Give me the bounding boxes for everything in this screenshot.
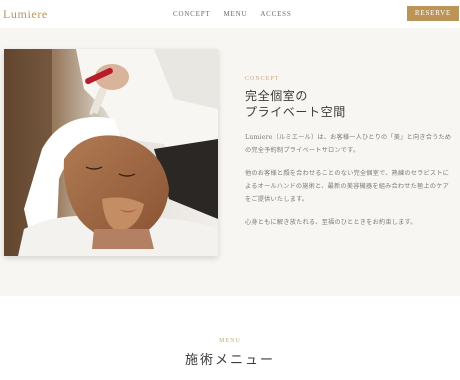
menu-heading: 施術メニュー bbox=[184, 353, 275, 368]
concept-line: をご提供いたします。 bbox=[245, 196, 309, 203]
concept-body: Lumiere（ルミエール）は、お客様一人ひとりの「美」と向き合うため の完全予… bbox=[245, 131, 460, 239]
concept-heading-line-2: プライベート空間 bbox=[245, 105, 346, 119]
concept-heading: 完全個室の プライベート空間 bbox=[245, 88, 346, 120]
reserve-button[interactable]: RESERVE bbox=[407, 6, 459, 21]
concept-eyebrow: CONCEPT bbox=[245, 76, 280, 82]
nav-link-access[interactable]: ACCESS bbox=[260, 10, 291, 18]
logo[interactable]: Lumiere bbox=[3, 7, 48, 22]
concept-line: よるオールハンドの施術と、最新の美容機器を組み合わせた極上のケア bbox=[245, 183, 449, 190]
concept-line: Lumiere（ルミエール）は、お客様一人ひとりの「美」と向き合うため bbox=[245, 134, 452, 141]
concept-line: の完全予約制プライベートサロンです。 bbox=[245, 147, 360, 154]
site-header: Lumiere CONCEPT MENU ACCESS RESERVE bbox=[0, 0, 460, 28]
nav-link-concept[interactable]: CONCEPT bbox=[173, 10, 211, 18]
concept-paragraph: 心身ともに解き放たれる、至福のひとときをお約束します。 bbox=[245, 216, 460, 229]
concept-paragraph: Lumiere（ルミエール）は、お客様一人ひとりの「美」と向き合うため の完全予… bbox=[245, 131, 460, 157]
concept-paragraph: 他のお客様と顔を合わせることのない完全個室で、熟練のセラピストに よるオールハン… bbox=[245, 167, 460, 206]
menu-eyebrow: MENU bbox=[219, 338, 241, 344]
concept-heading-line-1: 完全個室の bbox=[245, 89, 309, 103]
concept-line: 心身ともに解き放たれる、至福のひとときをお約束します。 bbox=[245, 219, 417, 226]
nav-link-menu[interactable]: MENU bbox=[224, 10, 248, 18]
concept-line: 他のお客様と顔を合わせることのない完全個室で、熟練のセラピストに bbox=[245, 170, 450, 177]
main-nav: CONCEPT MENU ACCESS bbox=[173, 10, 292, 18]
facial-treatment-photo bbox=[4, 49, 218, 256]
